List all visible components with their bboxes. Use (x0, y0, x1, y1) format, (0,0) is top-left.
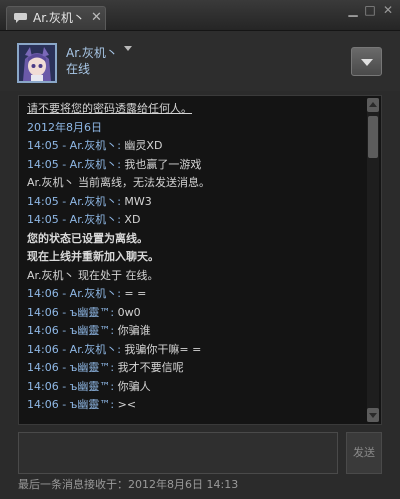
avatar-image (19, 45, 55, 81)
chat-line: 14:06 - ъ幽靈™: 0w0 (27, 304, 363, 323)
avatar[interactable] (17, 43, 57, 83)
message-prefix: 14:05 - Ar.灰机丶: (27, 213, 125, 226)
chat-line: 14:06 - ъ幽靈™: 我才不要信呢 (27, 359, 363, 378)
message-prefix: 14:06 - Ar.灰机丶: (27, 287, 125, 300)
chat-log: 请不要将您的密码透露给任何人。 2012年8月6日 14:05 - Ar.灰机丶… (18, 95, 382, 425)
options-menu-button[interactable] (351, 47, 382, 76)
online-notice: Ar.灰机丶 现在处于 在线。 (27, 268, 159, 282)
tab-label: Ar.灰机丶 (33, 11, 85, 25)
title-bar: Ar.灰机丶 ✕ ▁ □ ✕ (0, 0, 400, 31)
message-text: XD (124, 213, 141, 226)
chat-line: 14:05 - Ar.灰机丶: XD (27, 211, 363, 230)
chat-line: 14:06 - ъ幽靈™: 你骗人 (27, 378, 363, 397)
message-text: 你骗人 (117, 379, 151, 393)
message-text: 我骗你干嘛= = (124, 342, 202, 356)
chevron-down-icon[interactable] (124, 46, 132, 51)
date-header: 2012年8月6日 (27, 120, 102, 134)
scroll-thumb[interactable] (368, 116, 378, 158)
offline-notice: Ar.灰机丶 当前离线，无法发送消息。 (27, 176, 211, 189)
chat-lines: 请不要将您的密码透露给任何人。 2012年8月6日 14:05 - Ar.灰机丶… (27, 100, 363, 415)
message-prefix: 14:06 - Ar.灰机丶: (27, 342, 125, 356)
message-input[interactable] (18, 432, 338, 474)
scroll-down-icon[interactable] (367, 408, 379, 422)
chat-line: 14:05 - Ar.灰机丶: MW3 (27, 193, 363, 212)
message-prefix: 14:06 - ъ幽靈™: (27, 398, 118, 411)
chat-line: 14:05 - Ar.灰机丶: 我也赢了一游戏 (27, 156, 363, 175)
friend-name[interactable]: Ar.灰机丶 (66, 44, 118, 61)
maximize-icon[interactable]: □ (363, 3, 377, 17)
dropdown-arrow-icon (361, 59, 373, 66)
friend-header: Ar.灰机丶 在线 (0, 31, 400, 91)
chat-bubble-icon (14, 13, 27, 23)
chat-line: 14:06 - Ar.灰机丶: 我骗你干嘛= = (27, 341, 363, 360)
chat-tab[interactable]: Ar.灰机丶 ✕ (6, 6, 106, 30)
system-message: 您的状态已设置为离线。 (27, 231, 148, 245)
message-text: 我才不要信呢 (117, 361, 184, 374)
message-prefix: 14:05 - Ar.灰机丶: (27, 139, 125, 152)
message-prefix: 14:06 - ъ幽靈™: (27, 324, 118, 337)
chat-line: 14:06 - Ar.灰机丶: = = (27, 285, 363, 304)
minimize-icon[interactable]: ▁ (346, 3, 360, 17)
friend-status: 在线 (66, 62, 91, 76)
message-text: 0w0 (117, 305, 141, 319)
message-prefix: 14:05 - Ar.灰机丶: (27, 194, 125, 208)
message-text: 你骗谁 (117, 324, 151, 337)
tab-close-icon[interactable]: ✕ (91, 7, 102, 29)
window-close-icon[interactable]: ✕ (381, 3, 395, 17)
message-text: 我也赢了一游戏 (124, 157, 202, 171)
chat-scrollbar[interactable] (367, 98, 379, 422)
security-warning: 请不要将您的密码透露给任何人。 (27, 102, 192, 115)
message-text: 幽灵XD (124, 139, 163, 152)
scroll-up-icon[interactable] (367, 98, 379, 112)
chat-line: 14:05 - Ar.灰机丶: 幽灵XD (27, 137, 363, 156)
message-text: = = (124, 287, 147, 300)
chat-line: 14:06 - ъ幽靈™: 你骗谁 (27, 322, 363, 341)
message-prefix: 14:06 - ъ幽靈™: (27, 305, 118, 319)
send-button[interactable]: 发送 (346, 432, 382, 474)
message-prefix: 14:06 - ъ幽靈™: (27, 361, 118, 374)
message-prefix: 14:05 - Ar.灰机丶: (27, 157, 125, 171)
message-text: MW3 (124, 194, 152, 208)
message-text: >< (117, 398, 137, 411)
system-message: 现在上线并重新加入聊天。 (27, 250, 159, 263)
chat-line: 14:06 - ъ幽靈™: >< (27, 396, 363, 415)
last-message-timestamp: 最后一条消息接收于：2012年8月6日 14:13 (18, 478, 239, 491)
message-prefix: 14:06 - ъ幽靈™: (27, 379, 118, 393)
